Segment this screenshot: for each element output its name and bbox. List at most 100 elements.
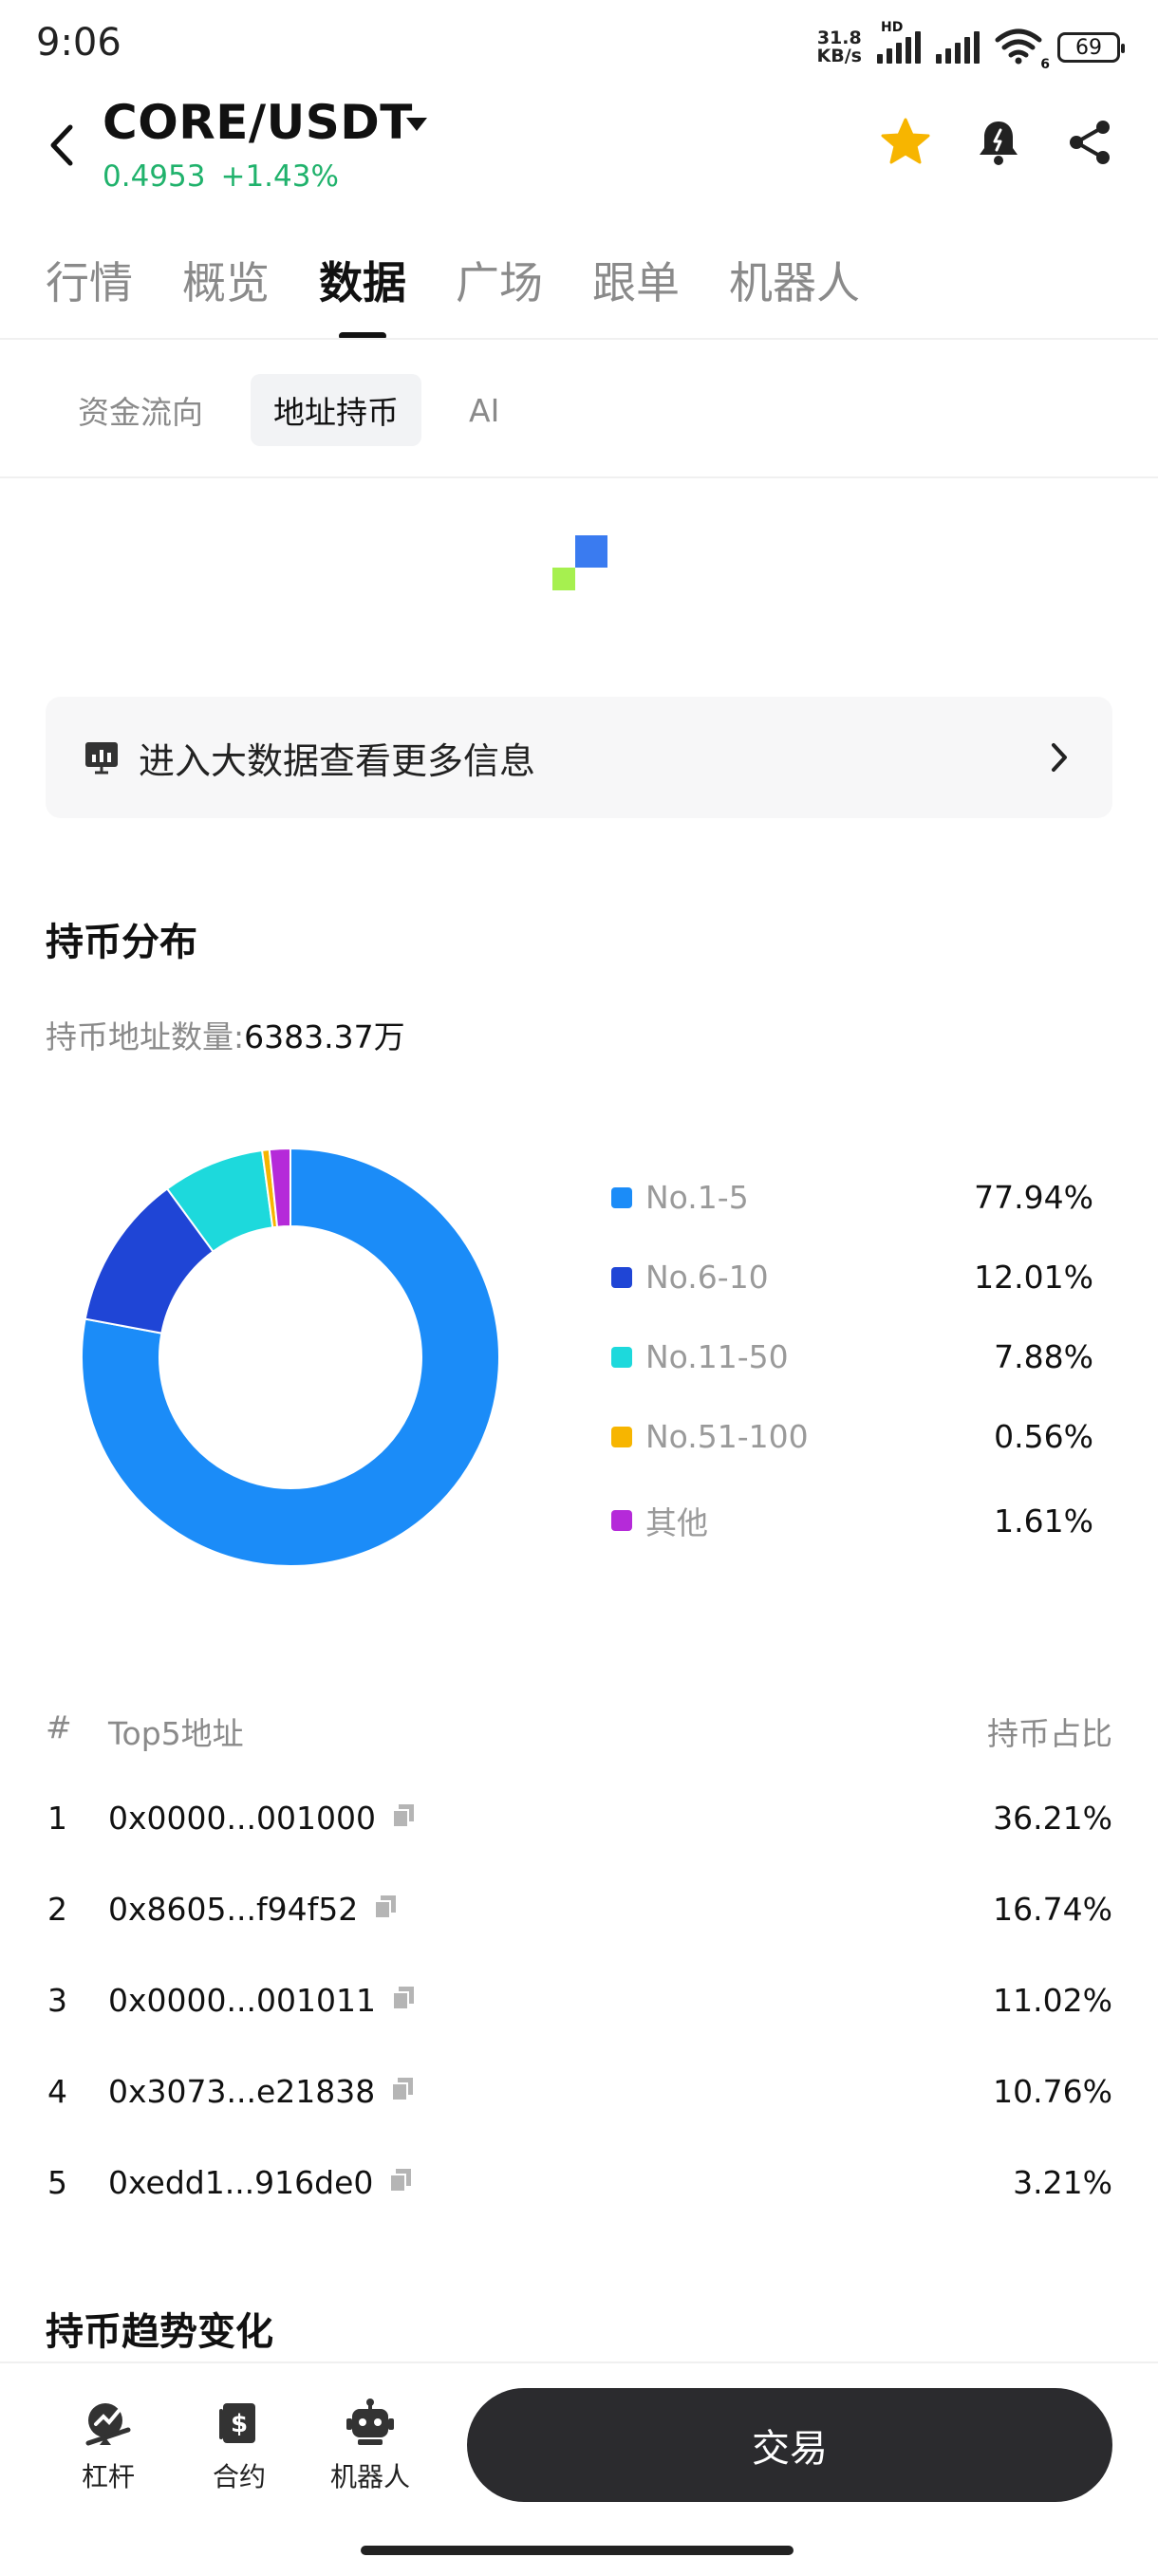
table-row: 2 0x8605...f94f52 16.74% bbox=[0, 1891, 1158, 1948]
copy-icon[interactable] bbox=[388, 2164, 413, 2201]
legend-swatch bbox=[611, 1266, 632, 1288]
divider bbox=[0, 476, 1158, 478]
nav-bots-label: 机器人 bbox=[329, 2461, 410, 2492]
caret-down-icon[interactable] bbox=[404, 116, 429, 137]
back-icon[interactable] bbox=[44, 121, 82, 169]
legend-value: 12.01% bbox=[974, 1259, 1093, 1296]
row-share: 10.76% bbox=[993, 2073, 1112, 2110]
col-share-header: 持币占比 bbox=[987, 1715, 1112, 1752]
row-address: 0x0000...001000 bbox=[108, 1800, 376, 1837]
legend-label: No.51-100 bbox=[645, 1418, 809, 1455]
futures-icon: $ bbox=[182, 2390, 296, 2456]
row-rank: 4 bbox=[47, 2073, 67, 2110]
tab-overview[interactable]: 概览 bbox=[182, 249, 270, 311]
battery-icon: 69 bbox=[1057, 32, 1125, 63]
nav-bots[interactable]: 机器人 bbox=[313, 2390, 427, 2494]
legend-value: 1.61% bbox=[994, 1502, 1093, 1540]
legend-swatch bbox=[611, 1186, 632, 1208]
legend-swatch bbox=[611, 1346, 632, 1368]
big-data-banner[interactable]: 进入大数据查看更多信息 bbox=[46, 697, 1112, 818]
nav-futures[interactable]: $ 合约 bbox=[182, 2390, 296, 2494]
holder-count-value: 6383.37万 bbox=[244, 1018, 405, 1055]
table-row: 4 0x3073...e21838 10.76% bbox=[0, 2073, 1158, 2130]
legend-value: 7.88% bbox=[994, 1338, 1093, 1375]
nav-margin-label: 杠杆 bbox=[81, 2461, 135, 2492]
divider bbox=[0, 338, 1158, 340]
legend-row: No.6-10 12.01% bbox=[611, 1259, 1093, 1296]
hd-label: HD bbox=[881, 20, 904, 35]
presentation-chart-icon bbox=[84, 739, 120, 775]
table-row: 1 0x0000...001000 36.21% bbox=[0, 1800, 1158, 1857]
nav-margin[interactable]: 杠杆 bbox=[51, 2390, 165, 2494]
main-tabs: 行情 概览 数据 广场 跟单 机器人 bbox=[46, 249, 860, 340]
subtab-scroll-fade bbox=[1082, 353, 1158, 467]
subtab-ai[interactable]: AI bbox=[446, 379, 522, 442]
row-address: 0x0000...001011 bbox=[108, 1982, 376, 2019]
col-index-header: # bbox=[46, 1708, 72, 1745]
row-rank: 2 bbox=[47, 1891, 67, 1928]
subtab-address-holdings[interactable]: 地址持币 bbox=[251, 374, 421, 446]
copy-icon[interactable] bbox=[391, 1982, 416, 2019]
chevron-right-icon bbox=[1050, 741, 1069, 774]
tab-market[interactable]: 行情 bbox=[46, 249, 133, 311]
tab-copy-trading[interactable]: 跟单 bbox=[592, 249, 680, 311]
subtab-fund-flow[interactable]: 资金流向 bbox=[55, 374, 226, 446]
distribution-donut-chart bbox=[80, 1147, 501, 1568]
signal-icon: HD bbox=[877, 20, 921, 64]
holder-count-label: 持币地址数量: bbox=[46, 1018, 245, 1055]
legend-value: 77.94% bbox=[974, 1179, 1093, 1216]
legend-row: 其他 1.61% bbox=[611, 1498, 1093, 1543]
share-icon[interactable] bbox=[1063, 116, 1116, 169]
legend-label: No.1-5 bbox=[645, 1179, 749, 1216]
pair-title[interactable]: CORE/USDT bbox=[103, 95, 413, 150]
legend-swatch bbox=[611, 1510, 632, 1531]
trade-button[interactable]: 交易 bbox=[467, 2388, 1112, 2502]
network-speed: 31.8 KB/s bbox=[817, 29, 862, 65]
status-icons: 31.8 KB/s HD 6 69 bbox=[817, 20, 1125, 72]
wifi-sub-label: 6 bbox=[1040, 57, 1050, 72]
legend-row: No.1-5 77.94% bbox=[611, 1179, 1093, 1216]
favorite-star-icon[interactable] bbox=[879, 116, 932, 169]
legend-swatch bbox=[611, 1426, 632, 1447]
alert-bell-icon[interactable] bbox=[972, 116, 1025, 169]
data-provider-logo bbox=[551, 535, 609, 594]
price-line: 0.4953 +1.43% bbox=[103, 159, 339, 194]
distribution-title: 持币分布 bbox=[46, 921, 197, 964]
row-share: 11.02% bbox=[993, 1982, 1112, 2019]
table-row: 5 0xedd1...916de0 3.21% bbox=[0, 2164, 1158, 2221]
legend-label: No.11-50 bbox=[645, 1338, 789, 1375]
tab-data[interactable]: 数据 bbox=[319, 249, 406, 340]
row-share: 16.74% bbox=[993, 1891, 1112, 1928]
svg-text:$: $ bbox=[231, 2410, 248, 2438]
status-time: 9:06 bbox=[36, 21, 121, 65]
signal-icon-2 bbox=[936, 31, 980, 64]
copy-icon[interactable] bbox=[390, 2073, 415, 2110]
banner-text: 进入大数据查看更多信息 bbox=[139, 739, 536, 782]
legend-row: No.11-50 7.88% bbox=[611, 1338, 1093, 1375]
table-row: 3 0x0000...001011 11.02% bbox=[0, 1982, 1158, 2039]
tab-bots[interactable]: 机器人 bbox=[729, 249, 860, 311]
legend-row: No.51-100 0.56% bbox=[611, 1418, 1093, 1455]
legend-label: 其他 bbox=[645, 1504, 708, 1541]
copy-icon[interactable] bbox=[373, 1891, 398, 1928]
row-rank: 1 bbox=[47, 1800, 67, 1837]
col-address-header: Top5地址 bbox=[108, 1715, 244, 1752]
network-speed-unit: KB/s bbox=[816, 46, 862, 66]
row-rank: 5 bbox=[47, 2164, 67, 2201]
margin-icon bbox=[51, 2390, 165, 2456]
wifi-icon: 6 bbox=[995, 27, 1050, 72]
price-change: +1.43% bbox=[220, 159, 339, 194]
row-address: 0x8605...f94f52 bbox=[108, 1891, 359, 1928]
nav-futures-label: 合约 bbox=[212, 2461, 266, 2492]
row-address: 0x3073...e21838 bbox=[108, 2073, 376, 2110]
last-price: 0.4953 bbox=[103, 159, 206, 194]
copy-icon[interactable] bbox=[391, 1800, 416, 1837]
row-rank: 3 bbox=[47, 1982, 67, 2019]
tab-square[interactable]: 广场 bbox=[456, 249, 543, 311]
trend-title: 持币趋势变化 bbox=[46, 2310, 273, 2354]
home-indicator bbox=[361, 2546, 794, 2555]
row-address: 0xedd1...916de0 bbox=[108, 2164, 374, 2201]
row-share: 36.21% bbox=[993, 1800, 1112, 1837]
robot-icon bbox=[313, 2390, 427, 2456]
sub-tabs: 资金流向 地址持币 AI bbox=[55, 374, 522, 446]
